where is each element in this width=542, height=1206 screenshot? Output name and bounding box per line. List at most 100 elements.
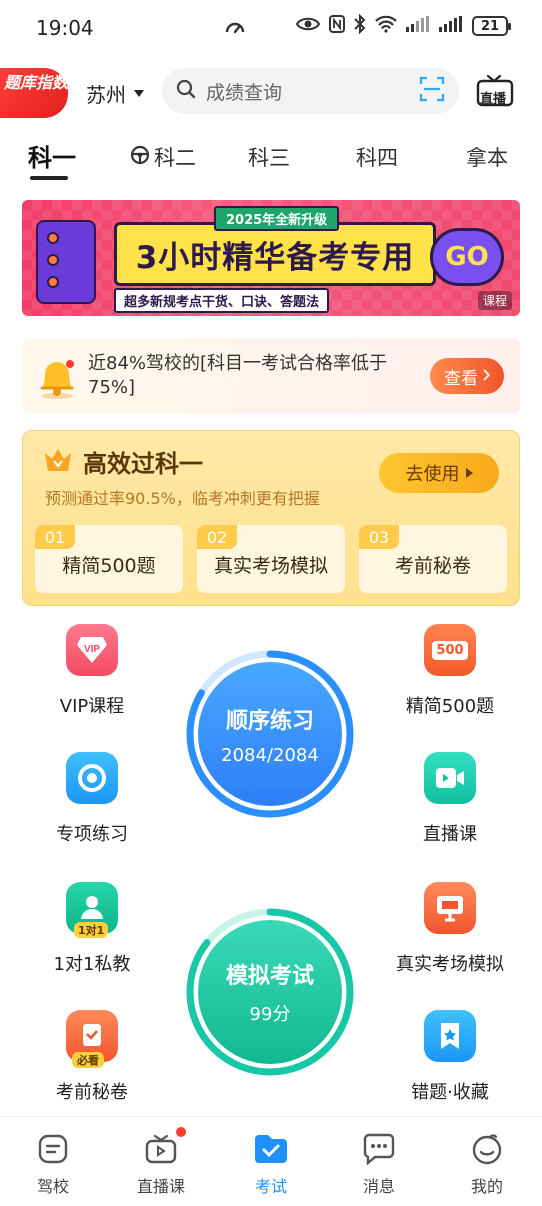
profile-icon [442, 1129, 532, 1169]
practice-circle-inner: 顺序练习 2084/2084 [198, 662, 342, 806]
signal-icon-2 [439, 16, 463, 36]
tab-get-license[interactable]: 拿本 [466, 142, 508, 172]
banner-go-bubble: GO [430, 228, 504, 286]
grid-wrong-and-favorites[interactable]: 错题·收藏 [380, 1010, 520, 1104]
banner-course-tag: 课程 [477, 291, 512, 310]
grid-label: 专项练习 [56, 824, 128, 845]
feature-simplified-500[interactable]: 01 精简500题 [35, 525, 183, 593]
exam-icon [226, 1129, 316, 1169]
tab-label: 科三 [248, 146, 290, 170]
scan-icon[interactable] [419, 76, 445, 106]
subject-tabs: 科一 科二 科三 科四 拿本 [0, 138, 542, 188]
caret-down-icon [134, 90, 144, 97]
live-label: 直播 [480, 92, 507, 107]
chevron-right-icon [482, 366, 491, 386]
grid-real-exam-simulation[interactable]: 真实考场模拟 [380, 882, 520, 976]
bell-icon [30, 350, 84, 406]
feature-secret-paper[interactable]: 03 考前秘卷 [359, 525, 507, 593]
grid-label: 直播课 [423, 824, 477, 845]
practice-progress: 2084/2084 [221, 744, 319, 766]
crown-icon [43, 447, 73, 477]
search-placeholder: 成绩查询 [206, 81, 283, 104]
notification-dot [176, 1127, 186, 1137]
nav-label: 考试 [254, 1177, 287, 1196]
nav-label: 消息 [362, 1177, 395, 1196]
practice-title: 顺序练习 [225, 708, 314, 734]
grid-label: 精简500题 [405, 696, 495, 717]
city-selector[interactable]: 苏州 [86, 79, 144, 108]
grid-vip-course[interactable]: VIP VIP课程 [22, 624, 162, 718]
sequential-practice-button[interactable]: 顺序练习 2084/2084 [184, 648, 356, 820]
steering-wheel-icon [130, 145, 150, 170]
grid-secret-paper[interactable]: 必看 考前秘卷 [22, 1010, 162, 1104]
video-icon [424, 752, 476, 804]
nav-profile[interactable]: 我的 [442, 1129, 532, 1197]
speedometer-icon [224, 17, 246, 43]
tab-subject-3[interactable]: 科三 [248, 142, 290, 172]
promo-banner[interactable]: 3小时精华备考专用 2025年全新升级 超多新规考点干货、口诀、答题法 GO 课… [22, 200, 520, 316]
wifi-icon [375, 15, 397, 37]
grid-label: VIP课程 [59, 696, 125, 717]
nav-live[interactable]: 直播课 [116, 1127, 206, 1197]
pass-card-title: 高效过科一 [83, 450, 203, 478]
grid-label: 真实考场模拟 [396, 954, 504, 975]
feature-real-exam-simulation[interactable]: 02 真实考场模拟 [197, 525, 345, 593]
tab-subject-1[interactable]: 科一 [28, 138, 76, 173]
status-time: 19:04 [36, 16, 94, 40]
signal-icon-1 [406, 16, 430, 36]
tab-subject-2[interactable]: 科二 [130, 142, 196, 172]
grid-private-tutor[interactable]: 1对1 1对1私教 [22, 882, 162, 976]
tutor-badge: 1对1 [74, 922, 109, 938]
target-icon [66, 752, 118, 804]
grid-label: 考前秘卷 [56, 1082, 128, 1103]
grid-simplified-500[interactable]: 500 精简500题 [380, 624, 520, 718]
monitor-icon [424, 882, 476, 934]
city-label: 苏州 [86, 83, 126, 107]
500-badge: 500 [432, 640, 468, 660]
mock-exam-button[interactable]: 模拟考试 99分 [184, 906, 356, 1078]
grid-live-course[interactable]: 直播课 [380, 752, 520, 846]
feature-number: 01 [35, 525, 75, 549]
tutor-icon: 1对1 [66, 882, 118, 938]
search-bar[interactable]: 成绩查询 [162, 68, 459, 114]
exam-title: 模拟考试 [225, 964, 314, 989]
feature-number: 03 [359, 525, 399, 549]
banner-top-tag: 2025年全新升级 [214, 206, 340, 231]
live-tv-button[interactable]: 直播 [476, 74, 514, 112]
500-icon: 500 [424, 624, 476, 676]
view-button[interactable]: 查看 [430, 358, 504, 394]
top-header: 题库指数 苏州 成绩查询 直播 [0, 62, 542, 120]
nav-label: 直播课 [136, 1177, 185, 1196]
play-triangle-icon [465, 468, 473, 478]
pass-rate-notice[interactable]: 近84%驾校的[科目一考试合格率低于75%] 查看 [22, 338, 520, 414]
secret-paper-icon: 必看 [66, 1010, 118, 1068]
search-icon [176, 79, 196, 103]
tab-label: 科一 [28, 144, 76, 172]
banner-headline: 3小时精华备考专用 [114, 222, 436, 286]
nfc-icon [329, 15, 345, 37]
grid-special-practice[interactable]: 专项练习 [22, 752, 162, 846]
nav-message[interactable]: 消息 [334, 1129, 424, 1197]
grid-label: 错题·收藏 [411, 1082, 489, 1103]
notice-text: 近84%驾校的[科目一考试合格率低于75%] [88, 353, 388, 398]
nav-school[interactable]: 驾校 [8, 1129, 98, 1197]
nav-label: 驾校 [36, 1177, 69, 1196]
exam-circle-inner: 模拟考试 99分 [198, 920, 342, 1064]
bookmark-icon [424, 1010, 476, 1062]
question-bank-index-badge[interactable]: 题库指数 [0, 68, 68, 118]
feature-number: 02 [197, 525, 237, 549]
feature-label: 真实考场模拟 [213, 555, 328, 577]
tab-label: 科四 [356, 146, 398, 170]
must-see-badge: 必看 [72, 1052, 104, 1068]
tab-label: 拿本 [466, 146, 508, 170]
battery-icon: 21 [472, 16, 511, 36]
nav-exam[interactable]: 考试 [226, 1129, 316, 1197]
tab-label: 科二 [154, 146, 196, 170]
grid-label: 1对1私教 [53, 954, 131, 975]
banner-bottom-tag: 超多新规考点干货、口诀、答题法 [114, 288, 330, 313]
tab-subject-4[interactable]: 科四 [356, 142, 398, 172]
use-now-label: 去使用 [405, 464, 460, 485]
use-now-button[interactable]: 去使用 [379, 453, 499, 493]
live-icon [116, 1127, 206, 1169]
exam-score: 99分 [249, 1004, 291, 1025]
